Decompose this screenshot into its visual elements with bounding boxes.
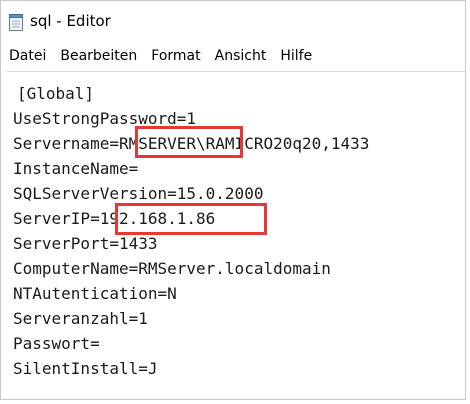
serverip-highlight-box	[115, 203, 267, 235]
editor-line: SilentInstall=J	[13, 359, 158, 378]
menu-bearbeiten[interactable]: Bearbeiten	[60, 46, 137, 66]
text-editor[interactable]: [Global] UseStrongPassword=1 Servername=…	[7, 71, 465, 399]
editor-line: SQLServerVersion=15.0.2000	[13, 184, 264, 203]
menu-hilfe[interactable]: Hilfe	[280, 46, 312, 66]
editor-line: Serveranzahl=1	[13, 309, 148, 328]
editor-line: ServerPort=1433	[13, 234, 158, 253]
notepad-icon	[9, 14, 23, 31]
notepad-window: sql - Editor Datei Bearbeiten Format Ans…	[0, 0, 466, 400]
menu-bar: Datei Bearbeiten Format Ansicht Hilfe	[1, 45, 465, 67]
editor-line: NTAutentication=N	[13, 284, 177, 303]
editor-line: [Global]	[17, 84, 95, 103]
servername-highlight-box	[135, 126, 243, 158]
menu-format[interactable]: Format	[151, 46, 200, 66]
menu-ansicht[interactable]: Ansicht	[215, 46, 267, 66]
editor-line: Passwort=	[13, 334, 100, 353]
editor-line: ComputerName=RMServer.localdomain	[13, 259, 331, 278]
title-bar[interactable]: sql - Editor	[1, 1, 465, 41]
editor-line: InstanceName=	[13, 159, 139, 178]
menu-datei[interactable]: Datei	[9, 46, 46, 66]
window-title: sql - Editor	[30, 12, 111, 30]
